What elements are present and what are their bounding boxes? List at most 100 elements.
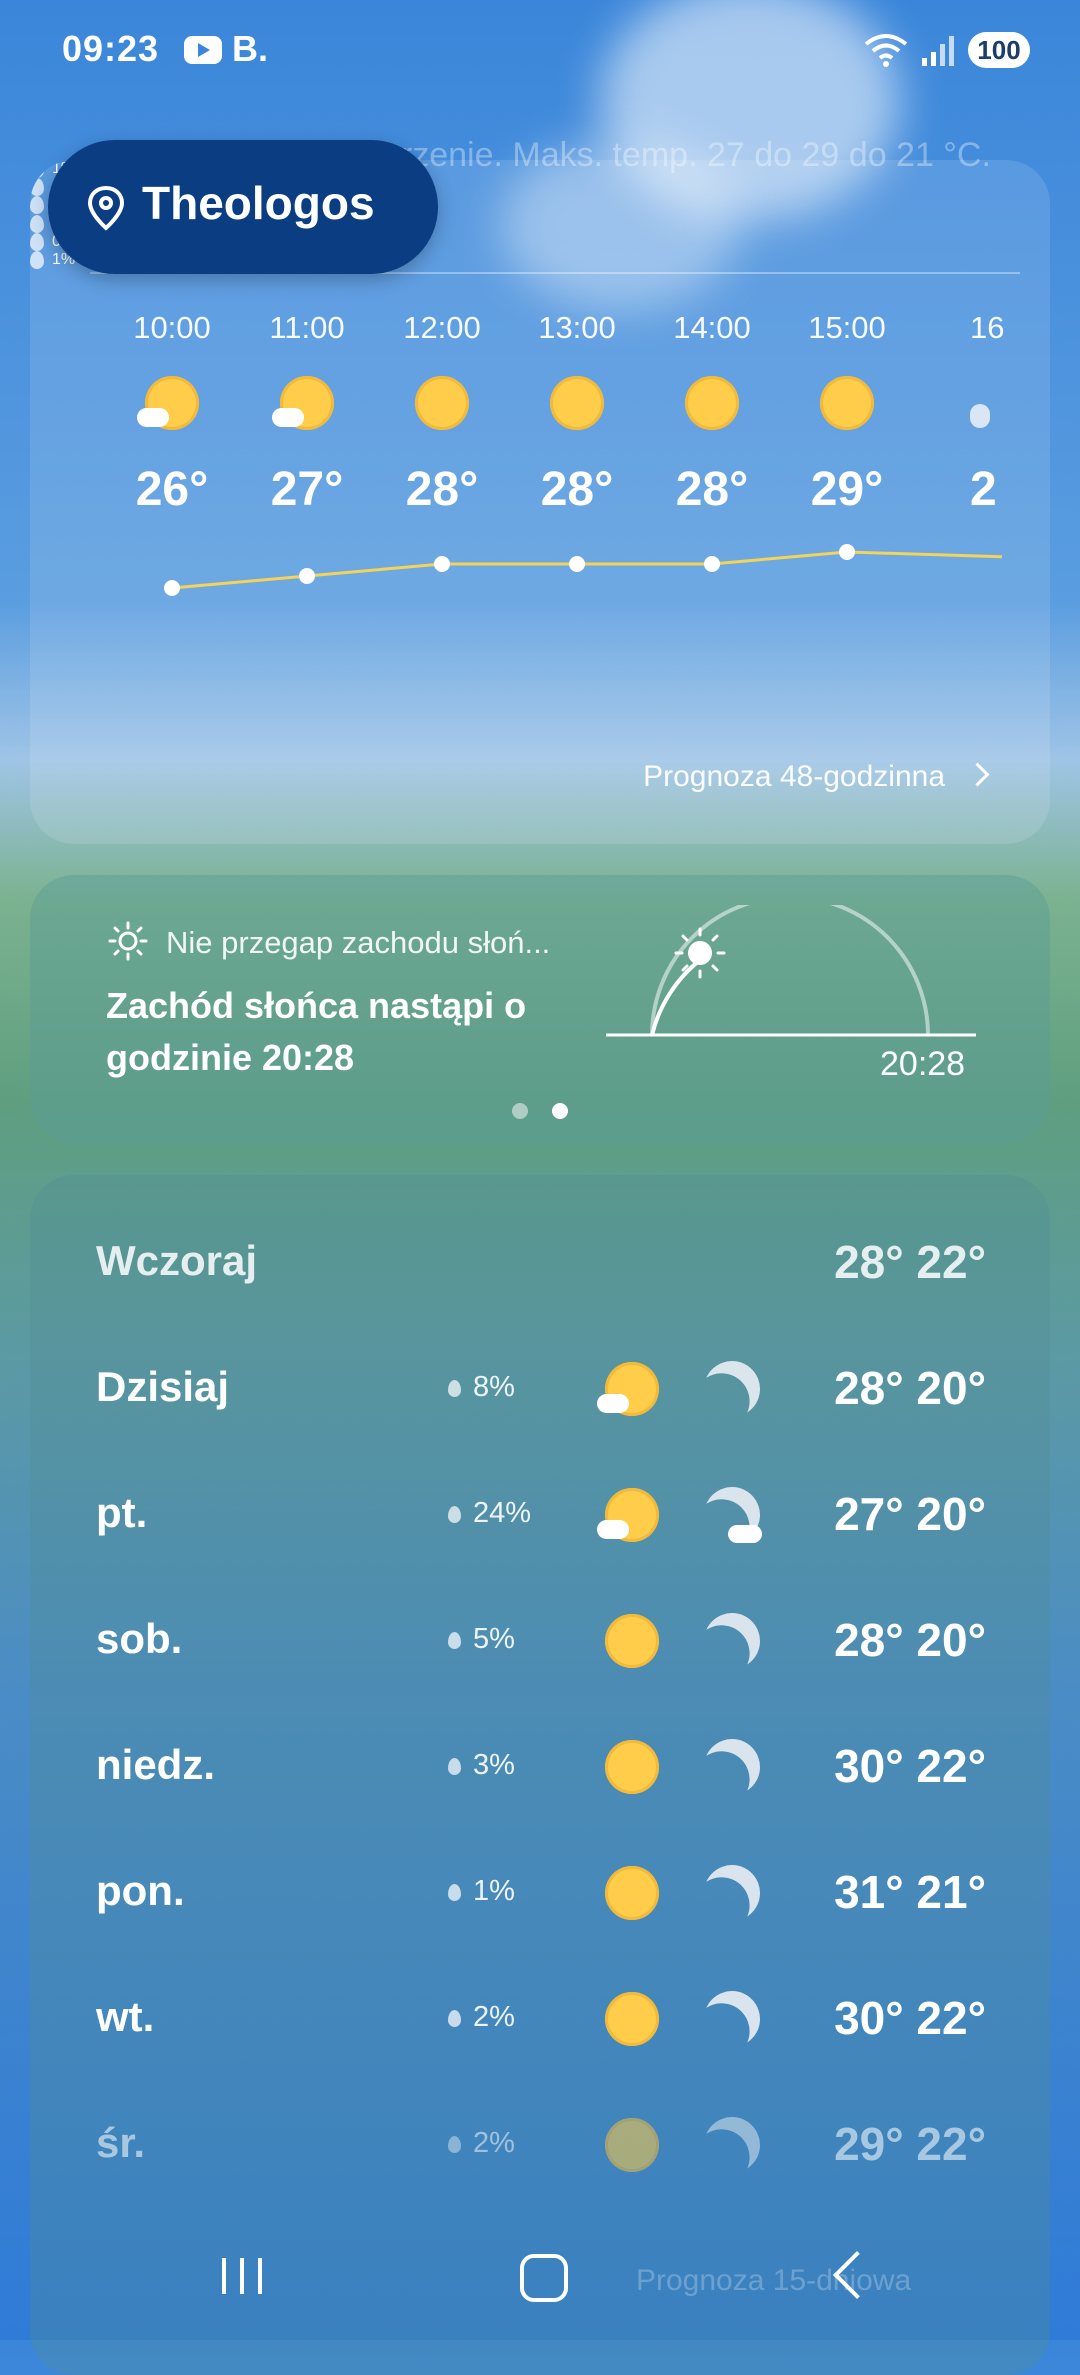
sun-icon <box>605 1866 659 1920</box>
hour-temp: 29° <box>810 463 884 516</box>
day-temps: 28° 22° <box>834 1236 986 1288</box>
temperature-point <box>839 544 855 560</box>
day-rain-chance: 3% <box>448 1749 515 1782</box>
day-rain-value: 3% <box>473 1749 515 1781</box>
day-temps: 28° 20° <box>834 1614 986 1666</box>
daily-row[interactable]: wt. 2% 30° 22° <box>30 1971 1050 2061</box>
day-weather-icon <box>600 1861 664 1925</box>
youtube-icon <box>184 36 222 64</box>
day-name: wt. <box>96 1993 155 2040</box>
daily-row[interactable]: Wczoraj 28° 22° <box>30 1215 1050 1305</box>
day-weather-icon <box>600 1609 664 1673</box>
day-name: Wczoraj <box>96 1237 258 1284</box>
day-rain-chance: 2% <box>448 2127 515 2160</box>
day-temps: 30° 22° <box>834 1992 986 2044</box>
day-weather-icon <box>597 1357 664 1421</box>
sunset-card[interactable]: Nie przegap zachodu słoń... Zachód słońc… <box>30 875 1050 1143</box>
forecast-48h-label: Prognoza 48-godzinna <box>643 760 945 793</box>
daily-row[interactable]: śr. 2% 29° 22° <box>30 2097 1050 2187</box>
hour-temp: 27° <box>270 463 344 516</box>
moon-icon <box>696 2109 768 2181</box>
page-indicator[interactable] <box>512 1103 592 1124</box>
temperature-point <box>299 568 315 584</box>
hour-label: 14:00 <box>673 310 751 345</box>
hour-icon <box>237 364 377 444</box>
day-rain-value: 24% <box>473 1497 532 1529</box>
daily-row[interactable]: Dzisiaj 8% 28° 20° <box>30 1341 1050 1431</box>
hour-icon <box>372 364 512 444</box>
daily-row[interactable]: pon. 1% 31° 21° <box>30 1845 1050 1935</box>
daily-row[interactable]: sob. 5% 28° 20° <box>30 1593 1050 1683</box>
hour-temp: 2 <box>970 463 997 516</box>
day-temps: 31° 21° <box>834 1866 986 1918</box>
moon-icon <box>696 1605 768 1677</box>
temperature-point <box>704 556 720 572</box>
hour-temp: 26° <box>135 463 209 516</box>
hour-icon <box>642 364 782 444</box>
hour-icon <box>970 364 1050 444</box>
raindrop-icon <box>448 2135 461 2153</box>
partial-icon <box>970 404 990 428</box>
day-name: pt. <box>96 1489 148 1536</box>
daily-row[interactable]: pt. 24% 27° 20° <box>30 1467 1050 1557</box>
raindrop-icon <box>448 1883 461 1901</box>
raindrop-icon <box>448 1379 461 1397</box>
hour-column: 12:00 28° <box>372 310 512 517</box>
chevron-right-icon <box>965 762 990 787</box>
night-weather-icon <box>700 1861 764 1925</box>
day-rain-chance: 5% <box>448 1623 515 1656</box>
day-name: Dzisiaj <box>96 1363 230 1410</box>
wifi-icon <box>864 34 908 67</box>
sun-outline-icon <box>108 921 148 961</box>
sun-icon <box>605 1614 659 1668</box>
hour-icon <box>507 364 647 444</box>
home-button-icon[interactable] <box>520 2254 568 2302</box>
hour-column: 11:00 27° <box>237 310 377 517</box>
sun-icon <box>605 1740 659 1794</box>
location-pin-icon <box>87 185 125 231</box>
hour-column: 16 2 <box>970 310 1050 517</box>
hour-label: 11:00 <box>269 310 345 345</box>
day-weather-icon <box>600 1231 664 1295</box>
status-bar: 09:23 B. 100 <box>0 0 1080 100</box>
sun-icon <box>685 376 739 430</box>
raindrop-icon <box>448 1757 461 1775</box>
page-dot-active[interactable] <box>552 1103 568 1119</box>
hour-label: 16 <box>970 310 1005 345</box>
hour-temp: 28° <box>675 463 749 516</box>
sun-arc-graphic <box>606 905 976 1037</box>
daily-forecast-card[interactable]: Wczoraj 28° 22° Dzisiaj 8% 28° 20° pt. 24% 27° … <box>30 1175 1050 2375</box>
temperature-point <box>164 580 180 596</box>
day-weather-icon <box>600 1735 664 1799</box>
sunset-message: Zachód słońca nastąpi o godzinie 20:28 <box>106 985 527 1078</box>
cloud-icon <box>728 1525 762 1543</box>
sun-icon <box>820 376 874 430</box>
night-weather-icon <box>700 1987 764 2051</box>
navigation-bar <box>0 2220 1080 2340</box>
day-weather-icon <box>597 1483 664 1547</box>
cloud-icon <box>597 1520 629 1539</box>
raindrop-icon <box>448 1505 461 1523</box>
status-time: 09:23 <box>62 28 160 69</box>
daily-row[interactable]: niedz. 3% 30° 22° <box>30 1719 1050 1809</box>
page-dot[interactable] <box>512 1103 528 1119</box>
day-rain-value: 1% <box>473 1875 515 1907</box>
cloud-icon <box>137 408 169 427</box>
cloud-icon <box>597 1394 629 1413</box>
moon-icon <box>696 1857 768 1929</box>
night-weather-icon <box>700 1483 764 1547</box>
day-rain-chance: 2% <box>448 2001 515 2034</box>
sunset-hint: Nie przegap zachodu słoń... <box>166 925 551 960</box>
sun-icon <box>605 1992 659 2046</box>
back-button-icon[interactable] <box>832 2250 882 2300</box>
sun-icon <box>605 2118 659 2172</box>
hour-column: 10:00 26° <box>102 310 242 517</box>
night-weather-icon <box>700 2113 764 2177</box>
hour-label: 15:00 <box>808 310 886 345</box>
recent-apps-icon[interactable] <box>220 2256 264 2296</box>
signal-icon <box>922 36 954 66</box>
day-rain-value: 2% <box>473 2127 515 2159</box>
moon-icon <box>696 1731 768 1803</box>
forecast-48h-link[interactable]: Prognoza 48-godzinna <box>643 760 990 794</box>
location-button[interactable]: Theologos <box>48 140 438 274</box>
